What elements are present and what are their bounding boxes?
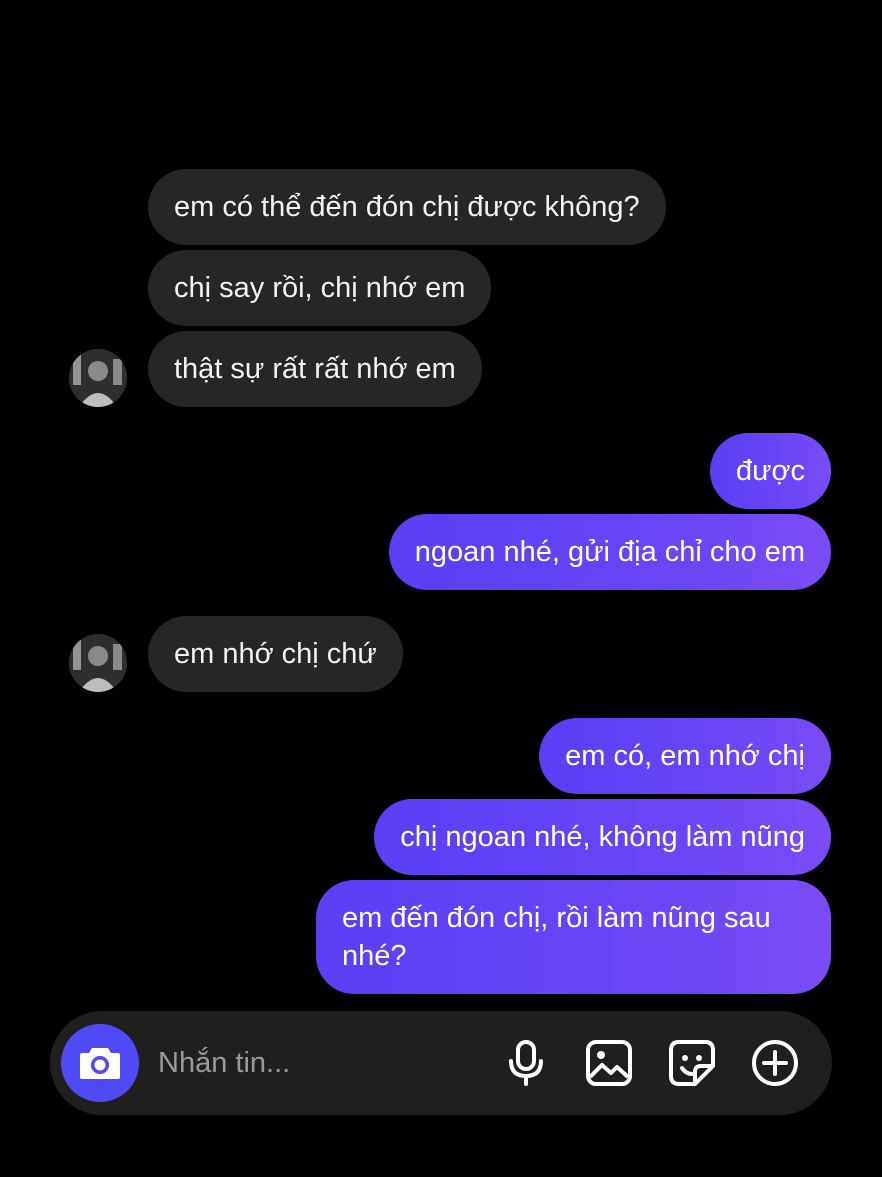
- gallery-icon: [586, 1040, 632, 1086]
- sent-message[interactable]: được: [709, 433, 831, 509]
- sent-message[interactable]: ngoan nhé, gửi địa chỉ cho em: [388, 514, 831, 590]
- message-text: em có thể đến đón chị được không?: [174, 191, 640, 223]
- camera-icon: [80, 1048, 120, 1079]
- message-text: em có, em nhớ chị: [565, 740, 805, 772]
- message-text: chị say rồi, chị nhớ em: [174, 272, 466, 304]
- add-icon: [752, 1040, 798, 1086]
- camera-button[interactable]: [61, 1024, 139, 1102]
- sticker-button[interactable]: [666, 1037, 718, 1089]
- add-button[interactable]: [749, 1037, 801, 1089]
- microphone-icon: [509, 1040, 543, 1086]
- message-text: thật sự rất rất nhớ em: [174, 353, 456, 385]
- message-text: ngoan nhé, gửi địa chỉ cho em: [414, 536, 805, 568]
- message-text: được: [735, 455, 805, 487]
- received-message[interactable]: em có thể đến đón chị được không?: [148, 169, 666, 245]
- message-text: chị ngoan nhé, không làm nũng: [400, 821, 805, 853]
- received-message[interactable]: thật sự rất rất nhớ em: [148, 331, 482, 407]
- avatar[interactable]: [69, 634, 127, 692]
- received-message[interactable]: em nhớ chị chứ: [148, 616, 403, 692]
- gallery-button[interactable]: [583, 1037, 635, 1089]
- sent-message[interactable]: chị ngoan nhé, không làm nũng: [374, 799, 831, 875]
- microphone-button[interactable]: [500, 1037, 552, 1089]
- message-text: em nhớ chị chứ: [174, 638, 377, 670]
- message-input-placeholder: Nhắn tin...: [158, 1047, 291, 1079]
- sent-message[interactable]: em có, em nhớ chị: [539, 718, 831, 794]
- sent-message[interactable]: em đến đón chị, rồi làm nũng sau nhé?: [316, 880, 831, 994]
- sticker-icon: [669, 1040, 715, 1086]
- message-text: em đến đón chị, rồi làm nũng sau nhé?: [342, 902, 771, 972]
- avatar[interactable]: [69, 349, 127, 407]
- received-message[interactable]: chị say rồi, chị nhớ em: [148, 250, 492, 326]
- chat-screen: em có thể đến đón chị được không? chị sa…: [0, 0, 882, 1177]
- avatar-image: [69, 349, 127, 407]
- message-composer: Nhắn tin...: [50, 1011, 832, 1115]
- avatar-image: [69, 634, 127, 692]
- message-input[interactable]: Nhắn tin...: [158, 1043, 290, 1083]
